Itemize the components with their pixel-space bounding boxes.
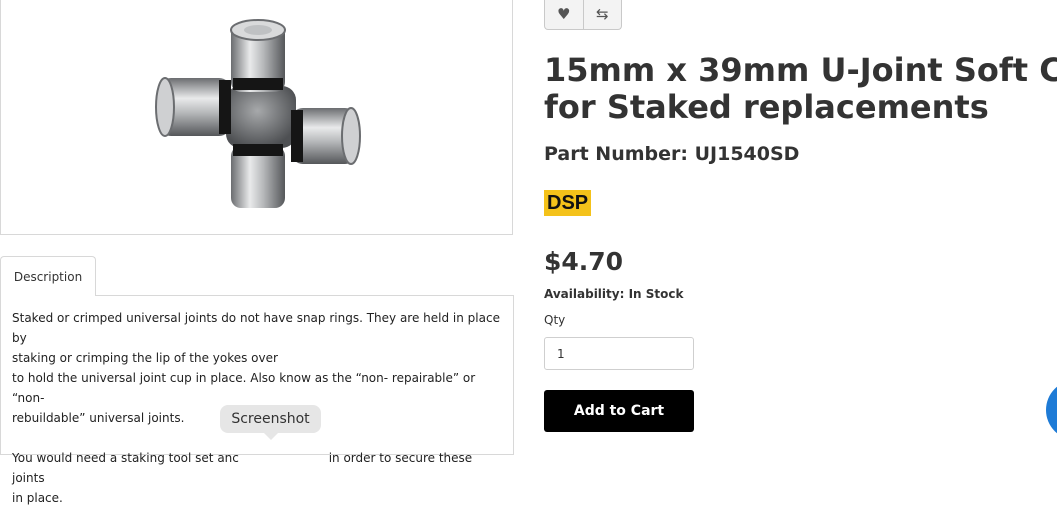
description-line: in place.	[12, 491, 63, 505]
product-title: 15mm x 39mm U-Joint Soft Cap for Staked r…	[544, 52, 1057, 126]
wishlist-button[interactable]: ♥	[545, 0, 583, 29]
brand-badge[interactable]: DSP	[544, 190, 592, 216]
product-title-line: 15mm x 39mm U-Joint Soft Cap	[544, 51, 1057, 89]
quantity-input[interactable]	[544, 337, 694, 370]
universal-joint-image[interactable]	[151, 16, 366, 214]
tab-description[interactable]: Description	[0, 256, 96, 296]
availability-status: Availability: In Stock	[544, 287, 684, 301]
compare-arrows-icon: ⇆	[595, 4, 609, 23]
product-action-buttons: ♥ ⇆	[544, 0, 622, 30]
price: $4.70	[544, 247, 624, 276]
description-line: You would need a staking tool set anc in…	[12, 448, 502, 488]
product-image-panel	[0, 0, 513, 235]
screenshot-tooltip: Screenshot	[220, 405, 321, 433]
chat-widget-button[interactable]	[1046, 380, 1057, 440]
heart-icon: ♥	[557, 4, 571, 23]
part-number: Part Number: UJ1540SD	[544, 143, 800, 165]
compare-button[interactable]: ⇆	[582, 0, 622, 29]
add-to-cart-button[interactable]: Add to Cart	[544, 390, 694, 432]
qty-label: Qty	[544, 313, 566, 327]
product-title-line: for Staked replacements	[544, 88, 989, 126]
description-line: Staked or crimped universal joints do no…	[12, 311, 500, 345]
description-line: staking or crimping the lip of the yokes…	[12, 351, 278, 365]
tooltip-caret	[264, 433, 278, 440]
description-line: to hold the universal joint cup in place…	[12, 371, 476, 405]
description-fragment: You would need a staking tool set anc	[12, 451, 239, 465]
